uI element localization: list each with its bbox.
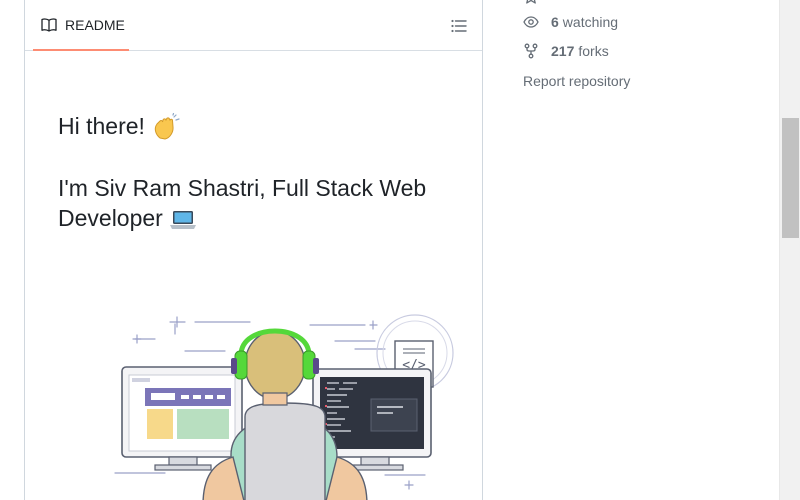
star-icon (526, 0, 536, 4)
book-icon (41, 18, 57, 32)
fork-icon (524, 43, 538, 59)
forks-label: forks (578, 43, 609, 59)
eye-icon (523, 16, 539, 28)
report-repository-link[interactable]: Report repository (523, 73, 630, 89)
forks-count: 217 (551, 43, 575, 59)
watching-stat[interactable]: 6 watching (523, 14, 618, 30)
page-scrollbar[interactable] (779, 0, 800, 500)
wave-emoji (155, 113, 180, 140)
readme-panel: README Hi there! I'm Siv Ram Shastri, Fu… (24, 0, 483, 500)
readme-tab-label: README (65, 17, 125, 33)
watching-label: watching (562, 14, 619, 30)
forks-stat[interactable]: 217 forks (523, 43, 609, 59)
watching-count: 6 (551, 14, 559, 30)
greeting-heading: Hi there! (58, 113, 181, 143)
developer-illustration: </> (114, 314, 454, 500)
laptop-emoji (170, 210, 197, 229)
readme-header: README (25, 0, 482, 51)
intro-heading: I'm Siv Ram Shastri, Full Stack Web Deve… (58, 175, 427, 231)
readme-tab[interactable]: README (33, 1, 129, 51)
scrollbar-thumb[interactable] (782, 118, 799, 238)
list-icon[interactable] (450, 17, 468, 35)
